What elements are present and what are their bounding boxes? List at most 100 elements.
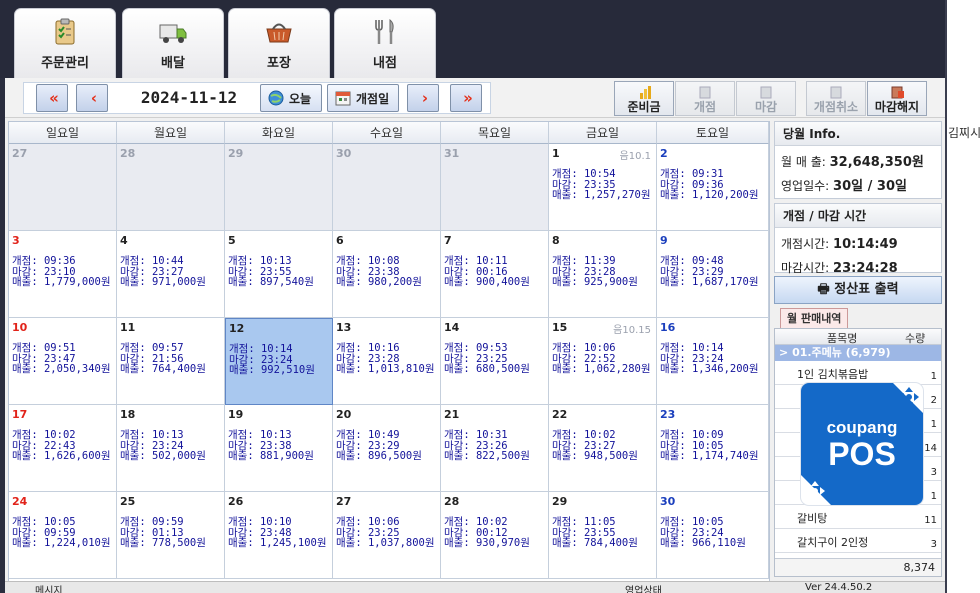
calendar-day-cell[interactable]: 27 (9, 144, 117, 231)
calendar-day-cell[interactable]: 19 개점: 10:13 마감: 23:38 매출: 881,900원 (225, 405, 333, 492)
day-number: 8 (552, 234, 560, 247)
tab-takeout[interactable]: 포장 (228, 8, 330, 78)
daily-sales-label: 매출 (12, 363, 32, 375)
daily-sales-line: 매출: 1,062,280원 (552, 363, 651, 375)
calendar-day-cell[interactable]: 29 (225, 144, 333, 231)
daily-sales-value: 1,062,280원 (583, 363, 651, 375)
calendar-day-cell[interactable]: 4 개점: 10:44 마감: 23:27 매출: 971,000원 (117, 231, 225, 318)
day-number: 20 (336, 408, 352, 421)
calendar-day-cell[interactable]: 6 개점: 10:08 마감: 23:38 매출: 980,200원 (333, 231, 441, 318)
calendar-day-cell[interactable]: 5 개점: 10:13 마감: 23:55 매출: 897,540원 (225, 231, 333, 318)
calendar-day-cell[interactable]: 15 음10.15 개점: 10:06 마감: 22:52 매출: 1,062,280원 (549, 318, 657, 405)
calendar-day-cell[interactable]: 2 개점: 09:31 마감: 09:36 매출: 1,120,200원 (657, 144, 769, 231)
daily-sales-label: 매출 (229, 364, 249, 376)
day-number: 10 (12, 321, 28, 334)
day-summary: 개점: 10:06 마감: 22:52 매출: 1,062,280원 (552, 343, 651, 375)
tab-order-management[interactable]: 주문관리 (14, 8, 116, 78)
calendar-day-cell[interactable]: 18 개점: 10:13 마감: 23:24 매출: 502,000원 (117, 405, 225, 492)
daily-sales-line: 매출: 948,500원 (552, 450, 638, 462)
day-summary: 개점: 10:02 마감: 22:43 매출: 1,626,600원 (12, 430, 111, 462)
calendar-day-cell[interactable]: 1 음10.1 개점: 10:54 마감: 23:35 매출: 1,257,270원 (549, 144, 657, 231)
calendar-day-cell[interactable]: 11 개점: 09:57 마감: 21:56 매출: 764,400원 (117, 318, 225, 405)
today-button[interactable]: 오늘 (260, 84, 322, 112)
clipboard-icon (55, 18, 75, 45)
calendar-day-cell[interactable]: 30 (333, 144, 441, 231)
calendar-grid: 일요일 월요일 화요일 수요일 목요일 금요일 토요일 27 28 29 30 31 1 음10.1 개점:… (8, 121, 770, 582)
tab-monthly-sales[interactable]: 월 판매내역 (780, 308, 849, 328)
calendar-day-cell[interactable]: 9 개점: 09:48 마감: 23:29 매출: 1,687,170원 (657, 231, 769, 318)
sales-item-name: 1인 김치볶음밥 (797, 368, 869, 381)
daily-sales-line: 매출: 1,257,270원 (552, 189, 651, 201)
day-summary: 개점: 09:36 마감: 23:10 매출: 1,779,000원 (12, 256, 111, 288)
col-item-name: 품목명 (827, 332, 858, 345)
calendar-day-cell[interactable]: 29 개점: 11:05 마감: 23:55 매출: 784,400원 (549, 492, 657, 579)
calendar-day-cell[interactable]: 12 개점: 10:14 마감: 23:24 매출: 992,510원 (225, 318, 333, 405)
calendar-day-cell[interactable]: 22 개점: 10:02 마감: 23:27 매출: 948,500원 (549, 405, 657, 492)
calendar-day-cell[interactable]: 14 개점: 09:53 마감: 23:25 매출: 680,500원 (441, 318, 549, 405)
calendar-day-cell[interactable]: 24 개점: 10:05 마감: 09:59 매출: 1,224,010원 (9, 492, 117, 579)
calendar-day-cell[interactable]: 28 개점: 10:02 마감: 00:12 매출: 930,970원 (441, 492, 549, 579)
current-date[interactable]: 2024-11-12 (121, 84, 257, 112)
day-number: 2 (660, 147, 668, 160)
daily-sales-line: 매출: 1,120,200원 (660, 189, 759, 201)
day-number: 29 (552, 495, 568, 508)
calendar-day-cell[interactable]: 10 개점: 09:51 마감: 23:47 매출: 2,050,340원 (9, 318, 117, 405)
day-summary: 개점: 11:05 마감: 23:55 매출: 784,400원 (552, 517, 638, 549)
calendar-day-cell[interactable]: 3 개점: 09:36 마감: 23:10 매출: 1,779,000원 (9, 231, 117, 318)
calendar-day-cell[interactable]: 7 개점: 10:11 마감: 00:16 매출: 900,400원 (441, 231, 549, 318)
weekday-header: 화요일 (225, 122, 333, 144)
reserve-fund-button[interactable]: 준비금 (614, 81, 674, 116)
daily-sales-value: 1,346,200원 (691, 363, 759, 375)
day-number: 27 (12, 147, 28, 160)
daily-sales-line: 매출: 1,626,600원 (12, 450, 111, 462)
daily-sales-line: 매출: 502,000원 (120, 450, 206, 462)
basket-icon (266, 23, 292, 43)
daily-sales-line: 매출: 1,779,000원 (12, 276, 111, 288)
sales-row[interactable]: 갈치구이 2인정 3 (775, 529, 941, 553)
close-cancel-button[interactable]: 마감해지 (867, 81, 927, 116)
day-number: 30 (336, 147, 352, 160)
calendar-day-cell[interactable]: 20 개점: 10:49 마감: 23:29 매출: 896,500원 (333, 405, 441, 492)
tab-dine-in[interactable]: 내점 (334, 8, 436, 78)
open-day-button[interactable]: 개점일 (327, 84, 399, 112)
open-time-value: 10:14:49 (833, 237, 898, 252)
daily-sales-label: 매출 (120, 450, 140, 462)
calendar-day-cell[interactable]: 21 개점: 10:31 마감: 23:26 매출: 822,500원 (441, 405, 549, 492)
daily-sales-line: 매출: 897,540원 (228, 276, 314, 288)
daily-sales-label: 매출 (228, 276, 248, 288)
day-number: 4 (120, 234, 128, 247)
sales-row[interactable]: 1인 김치볶음밥 1 (775, 361, 941, 385)
calendar-day-cell[interactable]: 16 개점: 10:14 마감: 23:24 매출: 1,346,200원 (657, 318, 769, 405)
print-settlement-button[interactable]: 🖶 정산표 출력 (774, 276, 942, 304)
sales-group-row[interactable]: > 01.주메뉴 (6,979) (775, 345, 941, 361)
calendar-day-cell[interactable]: 23 개점: 10:09 마감: 10:05 매출: 1,174,740원 (657, 405, 769, 492)
truck-icon (159, 24, 187, 43)
daily-sales-label: 매출 (120, 537, 140, 549)
sales-row[interactable]: 갈비탕 11 (775, 505, 941, 529)
calendar-day-cell[interactable]: 31 (441, 144, 549, 231)
calendar-day-cell[interactable]: 28 (117, 144, 225, 231)
open-cancel-button[interactable]: 개점취소 (806, 81, 866, 116)
open-button[interactable]: 개점 (675, 81, 735, 116)
daily-sales-value: 881,900원 (259, 450, 314, 462)
calendar-day-cell[interactable]: 27 개점: 10:06 마감: 23:25 매출: 1,037,800원 (333, 492, 441, 579)
tab-label: 포장 (267, 56, 291, 71)
prev-month-button[interactable]: « (36, 84, 68, 112)
prev-day-button[interactable]: ‹ (76, 84, 108, 112)
tab-delivery[interactable]: 배달 (122, 8, 224, 78)
calendar-day-cell[interactable]: 25 개점: 09:59 마감: 01:13 매출: 778,500원 (117, 492, 225, 579)
calendar-day-cell[interactable]: 17 개점: 10:02 마감: 22:43 매출: 1,626,600원 (9, 405, 117, 492)
sales-item-qty: 2 (930, 395, 937, 406)
daily-sales-label: 매출 (552, 276, 572, 288)
next-day-button[interactable]: › (407, 84, 439, 112)
weekday-header: 수요일 (333, 122, 441, 144)
calendar-day-cell[interactable]: 26 개점: 10:10 마감: 23:48 매출: 1,245,100원 (225, 492, 333, 579)
next-month-button[interactable]: » (450, 84, 482, 112)
day-number: 21 (444, 408, 460, 421)
close-button[interactable]: 마감 (736, 81, 796, 116)
calendar-day-cell[interactable]: 30 개점: 10:05 마감: 23:24 매출: 966,110원 (657, 492, 769, 579)
calendar-day-cell[interactable]: 8 개점: 11:39 마감: 23:28 매출: 925,900원 (549, 231, 657, 318)
daily-sales-line: 매출: 966,110원 (660, 537, 746, 549)
lunar-date: 음10.15 (613, 325, 651, 336)
calendar-day-cell[interactable]: 13 개점: 10:16 마감: 23:28 매출: 1,013,810원 (333, 318, 441, 405)
